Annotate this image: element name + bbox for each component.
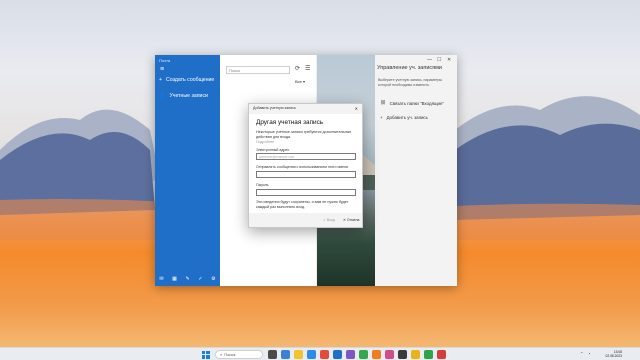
- filter-dropdown[interactable]: Все ▾: [295, 79, 305, 84]
- widgets-icon[interactable]: [281, 350, 290, 359]
- link-inboxes-button[interactable]: ⛓ Связать папки "Входящие": [380, 100, 444, 106]
- clock-date: 02.08.2023: [605, 354, 622, 358]
- link-inboxes-label: Связать папки "Входящие": [389, 100, 445, 106]
- email-field[interactable]: someone@example.com: [256, 153, 356, 160]
- name-label: Отправлять сообщения с использованием эт…: [256, 165, 348, 169]
- search-icon: ⌕: [220, 352, 223, 357]
- app-title: Почта: [159, 58, 171, 63]
- mail-sidebar: Почта ≡ + Создать сообщение 👤 Учетные за…: [155, 55, 220, 286]
- maximize-icon[interactable]: ☐: [437, 57, 441, 63]
- app-icon-4[interactable]: [385, 350, 394, 359]
- taskbar-search[interactable]: ⌕ Поиск: [215, 350, 263, 359]
- new-message-button[interactable]: + Создать сообщение: [159, 77, 214, 83]
- sidebar-bottom-bar: ✉ ▦ ✎ ✓ ⚙: [155, 272, 220, 286]
- network-icon[interactable]: ◔: [588, 351, 590, 356]
- dialog-window-title: Добавить учетную запись: [253, 106, 296, 110]
- password-field[interactable]: [256, 189, 356, 196]
- app-icon-2[interactable]: [359, 350, 368, 359]
- clock[interactable]: 13:08 02.08.2023: [600, 350, 622, 358]
- minimize-icon[interactable]: —: [427, 57, 432, 63]
- hamburger-icon[interactable]: ≡: [160, 66, 164, 73]
- email-label: Электронный адрес: [256, 148, 290, 152]
- add-account-dialog: Добавить учетную запись ✕ Другая учетная…: [248, 103, 363, 228]
- store-icon[interactable]: [320, 350, 329, 359]
- tray-chevron-icon[interactable]: ⌃: [580, 351, 583, 356]
- signin-button[interactable]: ✓ Вход: [323, 218, 335, 222]
- todo-icon[interactable]: ✓: [198, 276, 202, 282]
- dialog-heading: Другая учетная запись: [256, 119, 324, 126]
- link-icon: ⛓: [380, 100, 386, 105]
- edge-icon[interactable]: [307, 350, 316, 359]
- app-icon-5[interactable]: [398, 350, 407, 359]
- details-link[interactable]: Подробнее: [256, 140, 274, 144]
- task-view-icon[interactable]: [268, 350, 277, 359]
- app-icon-6[interactable]: [411, 350, 420, 359]
- password-label: Пароль: [256, 183, 269, 187]
- manage-panel-title: Управление уч. записями: [377, 65, 442, 71]
- cancel-button[interactable]: ✕ Отмена: [343, 218, 359, 222]
- app-icon-1[interactable]: [346, 350, 355, 359]
- plus-icon: +: [380, 115, 383, 120]
- windows-start-icon[interactable]: [201, 350, 210, 359]
- file-explorer-icon[interactable]: [294, 350, 303, 359]
- mail-taskbar-icon[interactable]: [333, 350, 342, 359]
- edit-icon[interactable]: ✎: [186, 276, 190, 282]
- taskbar: ⌕ Поиск ⌃ ◔ 13:08 02.08.2023: [0, 347, 640, 360]
- manage-accounts-panel: — ☐ ✕ Управление уч. записями Выберите у…: [375, 55, 457, 286]
- add-account-button[interactable]: + Добавить уч. запись: [380, 115, 428, 120]
- dialog-titlebar: Добавить учетную запись: [249, 104, 362, 114]
- calendar-icon[interactable]: ▦: [172, 276, 177, 282]
- sync-icon[interactable]: ⟳: [295, 65, 300, 72]
- mail-icon[interactable]: ✉: [159, 276, 163, 282]
- dialog-note: Эти сведения будут сохранены, и вам не н…: [256, 200, 349, 209]
- person-icon: 👤: [159, 93, 166, 99]
- new-message-label: Создать сообщение: [166, 77, 215, 83]
- accounts-button[interactable]: 👤 Учетные записи: [159, 93, 208, 99]
- name-field[interactable]: [256, 171, 356, 178]
- manage-panel-description: Выберите учетную запись, параметры котор…: [378, 78, 443, 87]
- dialog-footer: ✓ Вход ✕ Отмена: [249, 213, 362, 227]
- app-icon-8[interactable]: [437, 350, 446, 359]
- cancel-button-label: Отмена: [346, 218, 360, 222]
- dialog-close-icon[interactable]: ✕: [355, 106, 358, 111]
- signin-button-label: Вход: [326, 218, 335, 222]
- search-input[interactable]: Поиск: [226, 66, 290, 74]
- filter-dropdown-label: Все: [295, 79, 302, 84]
- plus-icon: +: [159, 77, 163, 83]
- add-account-label: Добавить уч. запись: [386, 115, 428, 120]
- dialog-intro: Некоторые учетные записи требуются допол…: [256, 130, 352, 139]
- app-icon-7[interactable]: [424, 350, 433, 359]
- accounts-label: Учетные записи: [169, 93, 208, 99]
- filter-icon[interactable]: ☰: [305, 65, 310, 72]
- app-icon-3[interactable]: [372, 350, 381, 359]
- close-icon[interactable]: ✕: [447, 57, 451, 63]
- gear-icon[interactable]: ⚙: [211, 276, 215, 282]
- taskbar-search-label: Поиск: [224, 352, 236, 357]
